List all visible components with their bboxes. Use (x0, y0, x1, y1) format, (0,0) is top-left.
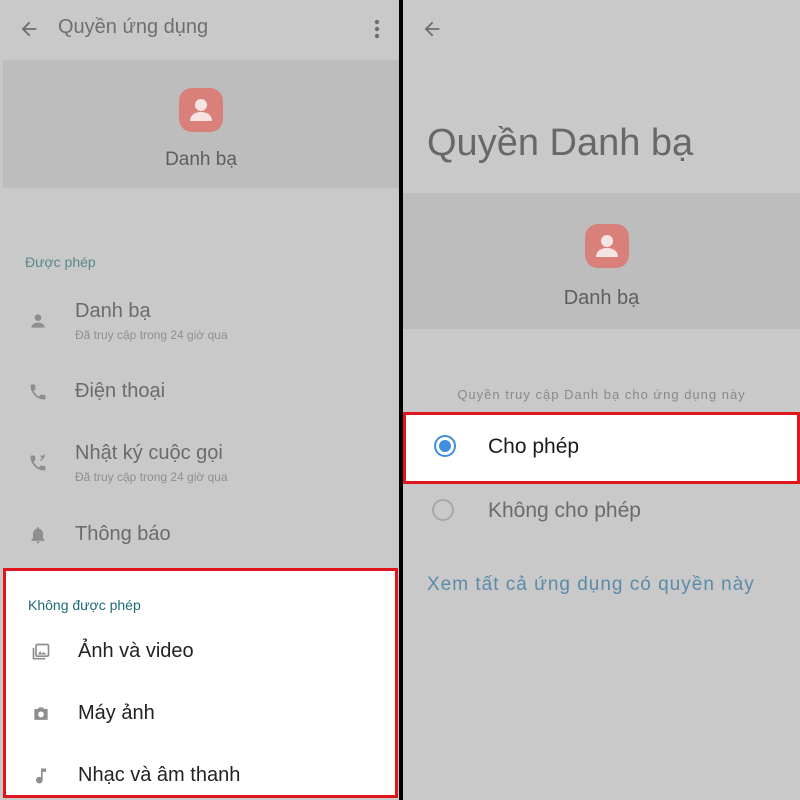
permission-label: Điện thoại (75, 380, 166, 402)
top-app-bar: Quyền ứng dụng (0, 0, 399, 58)
person-icon (28, 311, 48, 331)
contacts-app-icon (179, 88, 223, 132)
camera-icon (31, 704, 51, 724)
permission-label: Thông báo (75, 523, 171, 545)
deny-option-label: Không cho phép (488, 499, 641, 522)
permission-label: Máy ảnh (78, 702, 155, 724)
app-header: Danh bạ (3, 60, 399, 188)
allow-radio[interactable] (434, 435, 456, 457)
allowed-section-label: Được phép (25, 254, 96, 270)
permission-item-music-audio[interactable]: Nhạc và âm thanh (3, 748, 399, 800)
deny-option[interactable]: Không cho phép (403, 488, 800, 534)
app-name: Danh bạ (563, 287, 640, 309)
permission-item-contacts[interactable]: Danh bạ Đã truy cập trong 24 giờ qua (0, 294, 399, 352)
permission-label: Ảnh và video (78, 640, 194, 662)
permission-item-call-log[interactable]: Nhật ký cuộc gọi Đã truy cập trong 24 gi… (0, 436, 399, 494)
app-permissions-screen: Quyền ứng dụng Danh bạ Được phép Danh bạ… (0, 0, 399, 800)
page-title: Quyền ứng dụng (58, 16, 209, 38)
bell-icon (28, 525, 48, 545)
permission-sublabel: Đã truy cập trong 24 giờ qua (75, 328, 228, 342)
permission-item-camera[interactable]: Máy ảnh (3, 686, 399, 744)
permission-label: Nhật ký cuộc gọi (75, 442, 223, 464)
permission-item-photos-videos[interactable]: Ảnh và video (3, 624, 399, 682)
more-vert-icon[interactable] (368, 17, 386, 41)
deny-radio[interactable] (432, 499, 454, 521)
see-all-apps-link[interactable]: Xem tất cả ứng dụng có quyền này (427, 574, 755, 596)
page-title: Quyền Danh bạ (427, 122, 694, 164)
not-allowed-section: Không được phép Ảnh và video Máy ảnh Nhạ… (3, 568, 398, 798)
music-note-icon (31, 766, 51, 786)
contacts-permission-screen: Quyền Danh bạ Danh bạ Quyền truy cập Dan… (403, 0, 800, 800)
permission-item-notifications[interactable]: Thông báo (0, 507, 399, 565)
permission-sublabel: Đã truy cập trong 24 giờ qua (75, 470, 228, 484)
back-arrow-icon[interactable] (18, 18, 40, 40)
permission-label: Danh bạ (75, 300, 151, 322)
photo-video-icon (31, 642, 51, 662)
allow-option[interactable]: Cho phép (403, 412, 800, 484)
app-name: Danh bạ (165, 149, 237, 170)
call-log-icon (28, 453, 48, 473)
phone-icon (28, 382, 48, 402)
app-header: Danh bạ (403, 193, 800, 329)
permission-subtitle: Quyền truy cập Danh bạ cho ứng dụng này (457, 387, 746, 402)
back-arrow-icon[interactable] (421, 18, 443, 40)
allow-option-label: Cho phép (488, 435, 580, 458)
permission-item-phone[interactable]: Điện thoại (0, 364, 399, 422)
permission-label: Nhạc và âm thanh (78, 764, 241, 786)
not-allowed-section-label: Không được phép (28, 597, 141, 613)
contacts-app-icon (585, 224, 629, 268)
